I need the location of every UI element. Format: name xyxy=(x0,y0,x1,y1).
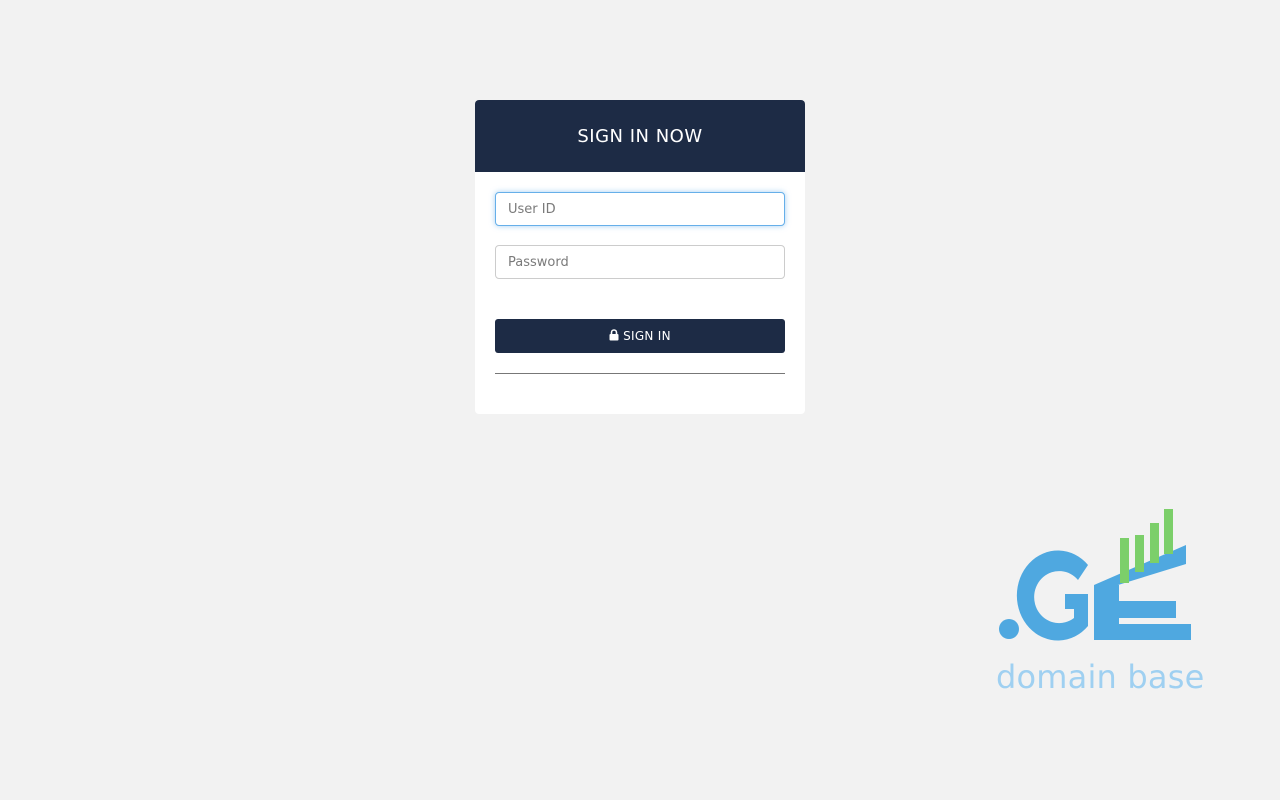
sign-in-label: SIGN IN xyxy=(623,329,671,343)
brand-caption: domain base xyxy=(996,658,1205,696)
sign-in-button[interactable]: SIGN IN xyxy=(495,319,785,353)
form-divider xyxy=(495,373,785,374)
password-input[interactable] xyxy=(495,245,785,279)
login-form: SIGN IN xyxy=(475,172,805,374)
login-title: SIGN IN NOW xyxy=(577,125,703,147)
login-header: SIGN IN NOW xyxy=(475,100,805,172)
lock-icon xyxy=(609,329,619,341)
login-page: SIGN IN NOW SIGN IN xyxy=(0,0,1280,800)
user-id-input[interactable] xyxy=(495,192,785,226)
login-panel: SIGN IN NOW SIGN IN xyxy=(475,100,805,414)
